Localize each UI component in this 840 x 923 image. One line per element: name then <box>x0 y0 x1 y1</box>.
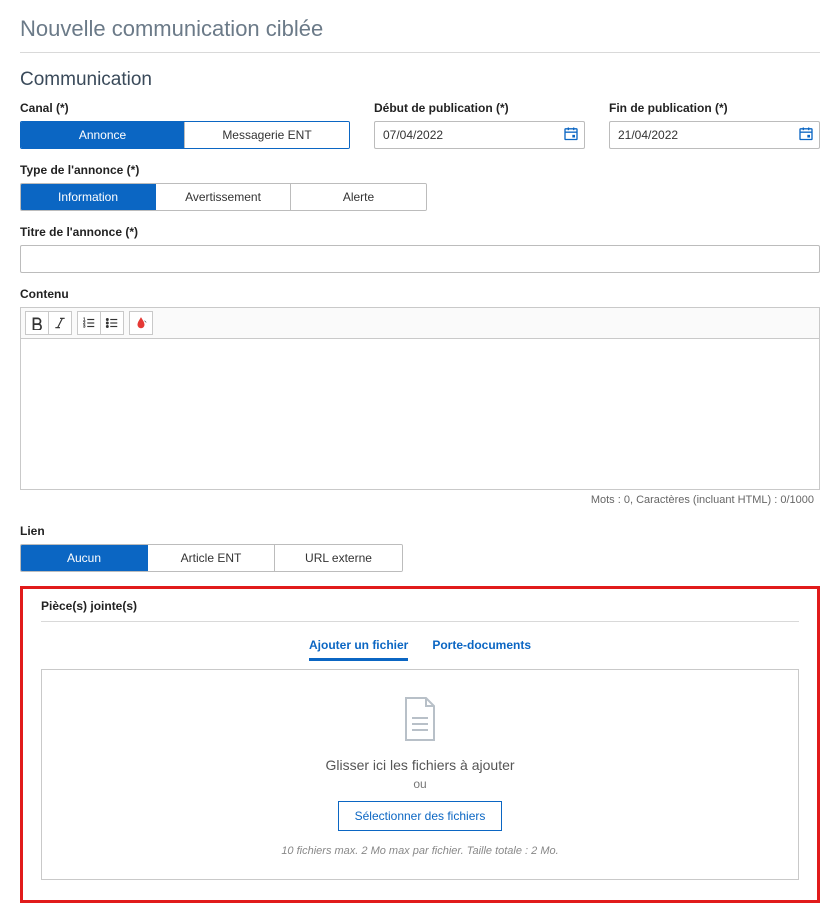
page-title: Nouvelle communication ciblée <box>20 16 820 42</box>
tab-porte-documents[interactable]: Porte-documents <box>432 638 531 661</box>
color-picker-icon[interactable] <box>129 311 153 335</box>
tab-ajouter-fichier[interactable]: Ajouter un fichier <box>309 638 408 661</box>
italic-icon[interactable] <box>48 311 72 335</box>
divider <box>20 52 820 53</box>
svg-text:3: 3 <box>83 324 86 329</box>
end-date-label: Fin de publication (*) <box>609 101 820 115</box>
ordered-list-icon[interactable]: 123 <box>77 311 101 335</box>
attachments-section: Pièce(s) jointe(s) Ajouter un fichier Po… <box>20 586 820 903</box>
lien-article-button[interactable]: Article ENT <box>148 545 275 571</box>
lien-toggle-group: Aucun Article ENT URL externe <box>20 544 403 572</box>
calendar-icon[interactable] <box>798 126 814 145</box>
type-alerte-button[interactable]: Alerte <box>291 184 426 210</box>
calendar-icon[interactable] <box>563 126 579 145</box>
titre-input[interactable] <box>20 245 820 273</box>
attachments-label: Pièce(s) jointe(s) <box>41 599 799 613</box>
type-avertissement-button[interactable]: Avertissement <box>156 184 291 210</box>
type-toggle-group: Information Avertissement Alerte <box>20 183 427 211</box>
unordered-list-icon[interactable] <box>100 311 124 335</box>
canal-messagerie-button[interactable]: Messagerie ENT <box>185 122 349 148</box>
rich-editor: 123 <box>20 307 820 490</box>
file-icon <box>54 696 786 745</box>
start-date-input[interactable] <box>374 121 585 149</box>
canal-annonce-button[interactable]: Annonce <box>21 122 185 148</box>
drop-text: Glisser ici les fichiers à ajouter <box>54 757 786 773</box>
editor-counter: Mots : 0, Caractères (incluant HTML) : 0… <box>20 490 820 510</box>
attachments-limits: 10 fichiers max. 2 Mo max par fichier. T… <box>54 845 786 857</box>
contenu-label: Contenu <box>20 287 820 301</box>
canal-toggle-group: Annonce Messagerie ENT <box>20 121 350 149</box>
type-label: Type de l'annonce (*) <box>20 163 820 177</box>
editor-toolbar: 123 <box>21 308 819 339</box>
drop-zone[interactable]: Glisser ici les fichiers à ajouter ou Sé… <box>41 669 799 880</box>
canal-label: Canal (*) <box>20 101 350 115</box>
editor-body[interactable] <box>21 339 819 489</box>
lien-url-button[interactable]: URL externe <box>275 545 402 571</box>
drop-or: ou <box>54 777 786 791</box>
attachments-tabs: Ajouter un fichier Porte-documents <box>41 638 799 661</box>
bold-icon[interactable] <box>25 311 49 335</box>
lien-label: Lien <box>20 524 820 538</box>
lien-aucun-button[interactable]: Aucun <box>21 545 148 571</box>
section-title: Communication <box>20 69 820 91</box>
end-date-input[interactable] <box>609 121 820 149</box>
select-files-button[interactable]: Sélectionner des fichiers <box>338 801 503 831</box>
type-information-button[interactable]: Information <box>21 184 156 210</box>
start-date-label: Début de publication (*) <box>374 101 585 115</box>
titre-label: Titre de l'annonce (*) <box>20 225 820 239</box>
